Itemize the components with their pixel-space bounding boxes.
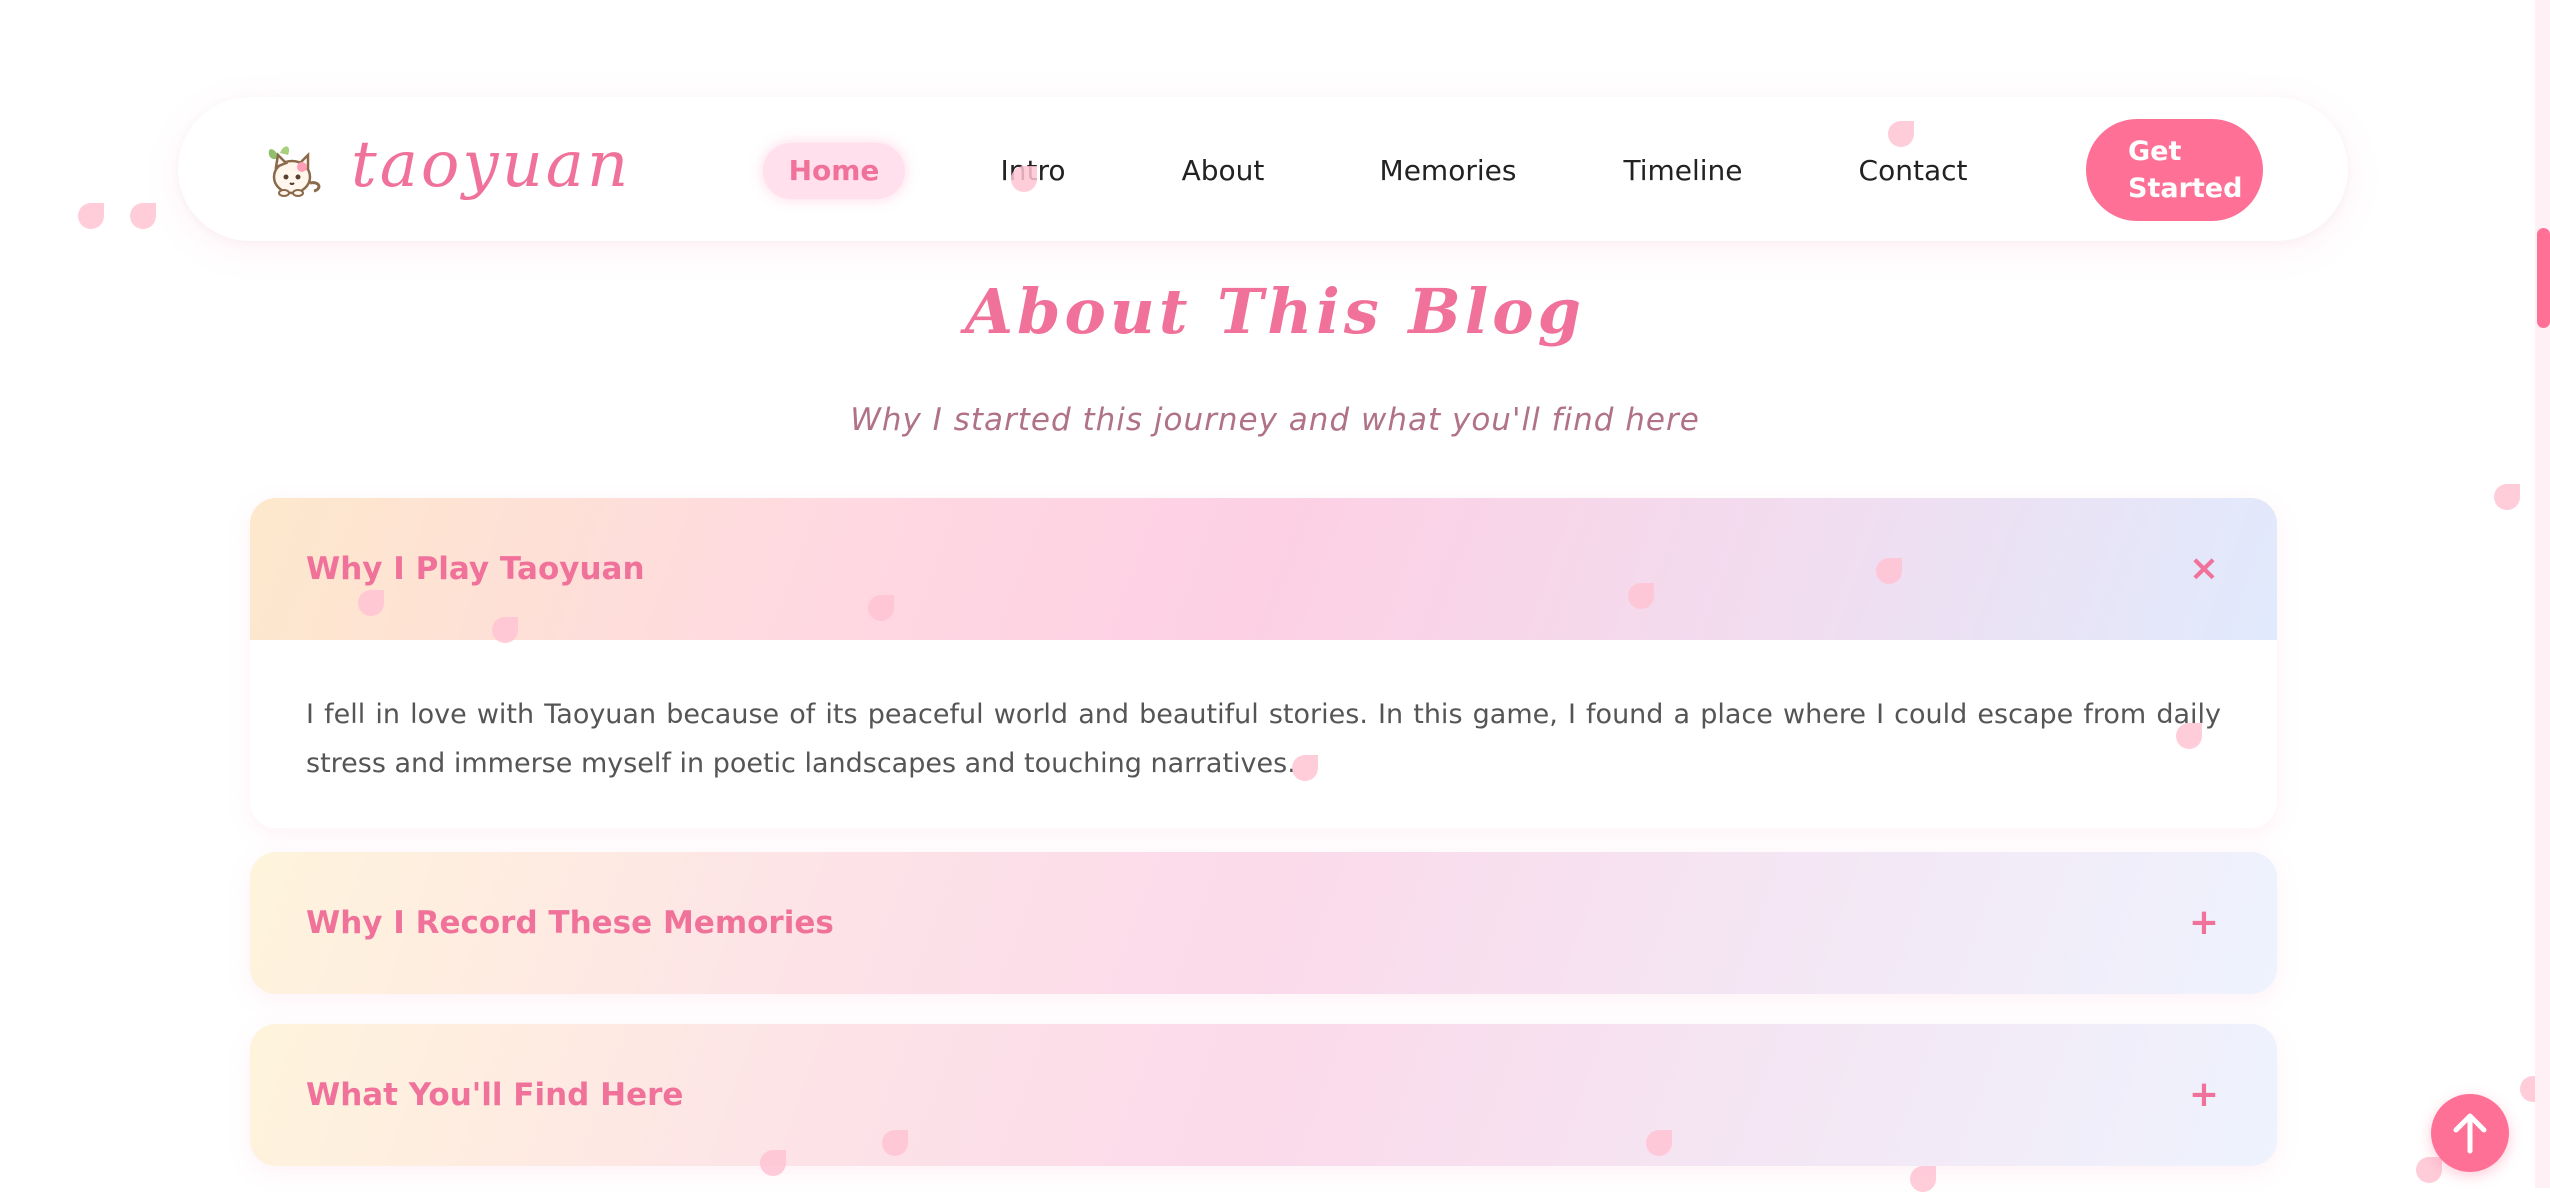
arrow-up-icon xyxy=(2453,1113,2487,1154)
petal-decoration xyxy=(1888,121,1914,147)
cat-logo-icon[interactable] xyxy=(264,141,326,199)
page-title: About This Blog xyxy=(964,275,1586,348)
petal-decoration xyxy=(1646,1130,1672,1156)
petal-decoration xyxy=(760,1150,786,1176)
accordion-header[interactable]: What You'll Find Here + xyxy=(250,1024,2277,1166)
petal-decoration xyxy=(2494,484,2520,510)
petal-decoration xyxy=(868,595,894,621)
page-subtitle: Why I started this journey and what you'… xyxy=(850,402,1700,438)
accordion-body: I fell in love with Taoyuan because of i… xyxy=(250,640,2277,828)
scrollbar-thumb[interactable] xyxy=(2537,228,2550,328)
accordion-header[interactable]: Why I Record These Memories + xyxy=(250,852,2277,994)
accordion-title: What You'll Find Here xyxy=(306,1077,684,1113)
petal-decoration xyxy=(78,203,104,229)
nav-about[interactable]: About xyxy=(1158,143,1288,199)
petal-decoration xyxy=(882,1130,908,1156)
accordion-header[interactable]: Why I Play Taoyuan × xyxy=(250,498,2277,640)
accordion-title: Why I Record These Memories xyxy=(306,905,834,941)
petal-decoration xyxy=(1292,755,1318,781)
petal-decoration xyxy=(1011,166,1037,192)
accordion-item: Why I Record These Memories + xyxy=(250,852,2277,994)
nav-home[interactable]: Home xyxy=(763,143,905,199)
petal-decoration xyxy=(2176,723,2202,749)
plus-icon[interactable]: + xyxy=(2189,1024,2219,1166)
petal-decoration xyxy=(492,617,518,643)
petal-decoration xyxy=(1628,583,1654,609)
nav-memories[interactable]: Memories xyxy=(1358,143,1538,199)
scrollbar-track[interactable] xyxy=(2535,0,2550,1188)
petal-decoration xyxy=(1876,558,1902,584)
back-to-top-button[interactable] xyxy=(2431,1094,2509,1172)
plus-icon[interactable]: + xyxy=(2189,852,2219,994)
petal-decoration xyxy=(1910,1166,1936,1192)
accordion-item: Why I Play Taoyuan × I fell in love with… xyxy=(250,498,2277,828)
nav-contact[interactable]: Contact xyxy=(1833,143,1993,199)
brand-name[interactable]: taoyuan xyxy=(351,125,631,205)
petal-decoration xyxy=(358,590,384,616)
close-icon[interactable]: × xyxy=(2189,498,2219,640)
get-started-button[interactable]: Get Started xyxy=(2086,119,2263,221)
navbar: taoyuan Home Intro About Memories Timeli… xyxy=(178,97,2348,241)
nav-timeline[interactable]: Timeline xyxy=(1603,143,1763,199)
accordion-title: Why I Play Taoyuan xyxy=(306,551,645,587)
petal-decoration xyxy=(130,203,156,229)
accordion-item: What You'll Find Here + xyxy=(250,1024,2277,1166)
